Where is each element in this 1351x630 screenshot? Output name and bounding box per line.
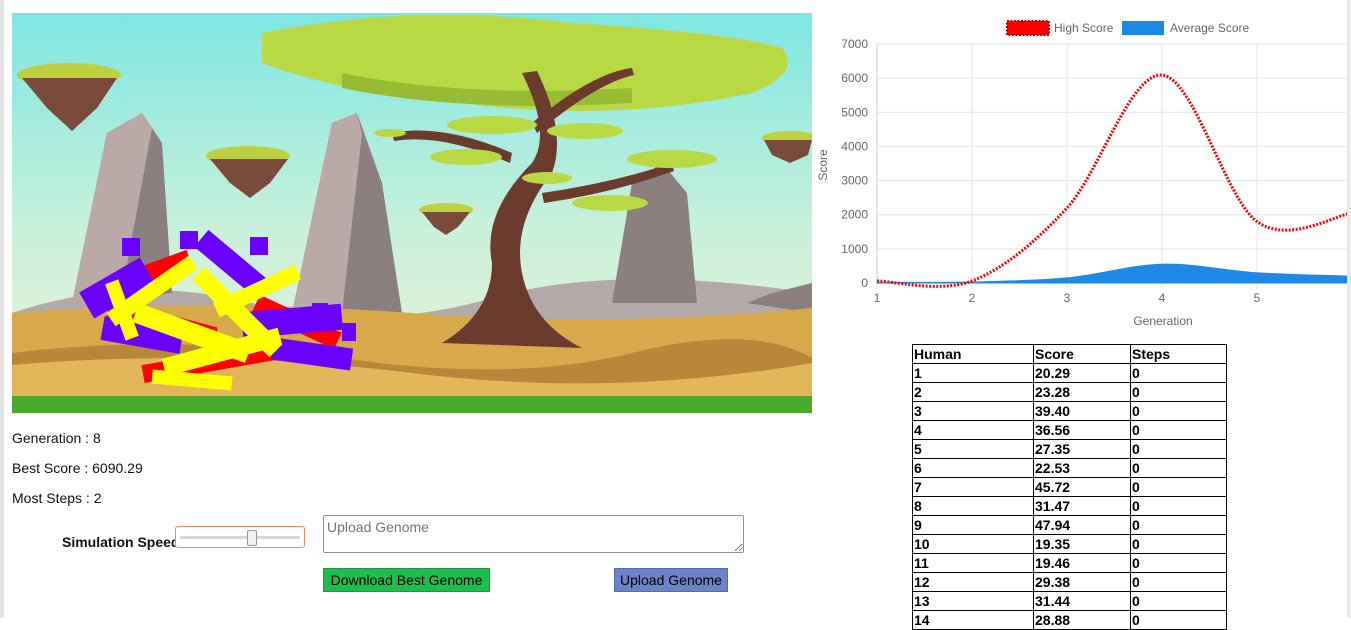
row-score: 29.38 [1033,572,1131,592]
x-tick-label: 2 [969,291,976,305]
row-score: 19.46 [1033,553,1131,573]
row-human: 4 [912,420,1034,440]
row-score: 45.72 [1033,477,1131,497]
legend-average-score-swatch [1122,21,1164,35]
upload-genome-button[interactable]: Upload Genome [614,568,728,592]
average-score-area [876,263,1347,284]
human-score-table: Human Score Steps 1 20.29 0 2 23.28 0 3 39.40 0 4… [912,344,1227,630]
row-human: 7 [912,477,1034,497]
row-steps: 0 [1130,515,1227,535]
row-steps: 0 [1130,496,1227,516]
y-axis-title: Score [816,149,830,181]
simulation-canvas [12,13,812,413]
row-score: 20.29 [1033,363,1131,383]
x-tick-label: 1 [874,291,881,305]
x-axis-title: Generation [1133,314,1192,328]
most-steps-text: Most Steps : 2 [12,490,102,506]
row-human: 14 [912,610,1034,630]
table-row: 1 20.29 0 [912,363,1227,383]
row-steps: 0 [1130,458,1227,478]
row-human: 13 [912,591,1034,611]
row-human: 2 [912,382,1034,402]
row-steps: 0 [1130,591,1227,611]
slider-track [180,536,300,539]
row-score: 19.35 [1033,534,1131,554]
legend-high-score-label: High Score [1054,21,1114,35]
row-steps: 0 [1130,439,1227,459]
header-score: Score [1033,344,1131,364]
table-row: 4 36.56 0 [912,420,1227,440]
x-tick-label: 4 [1159,291,1166,305]
row-steps: 0 [1130,610,1227,630]
row-steps: 0 [1130,420,1227,440]
table-row: 7 45.72 0 [912,477,1227,497]
table-row: 5 27.35 0 [912,439,1227,459]
row-steps: 0 [1130,534,1227,554]
row-steps: 0 [1130,363,1227,383]
row-human: 9 [912,515,1034,535]
table-row: 8 31.47 0 [912,496,1227,516]
table-row: 3 39.40 0 [912,401,1227,421]
row-score: 23.28 [1033,382,1131,402]
row-score: 28.88 [1033,610,1131,630]
row-human: 8 [912,496,1034,516]
row-steps: 0 [1130,477,1227,497]
row-steps: 0 [1130,572,1227,592]
row-human: 6 [912,458,1034,478]
table-row: 12 29.38 0 [912,572,1227,592]
legend-high-score-swatch [1006,20,1050,36]
table-row: 11 19.46 0 [912,553,1227,573]
y-tick-label: 0 [861,276,868,290]
header-human: Human [912,344,1034,364]
legend-average-score-label: Average Score [1170,21,1249,35]
window-right-edge [1347,0,1351,618]
row-score: 31.44 [1033,591,1131,611]
table-row: 9 47.94 0 [912,515,1227,535]
y-tick-label: 1000 [841,242,868,256]
table-row: 13 31.44 0 [912,591,1227,611]
y-tick-label: 7000 [841,37,868,51]
y-tick-label: 6000 [841,71,868,85]
download-best-genome-button[interactable]: Download Best Genome [323,568,490,592]
table-row: 14 28.88 0 [912,610,1227,630]
row-score: 39.40 [1033,401,1131,421]
simulation-speed-slider[interactable] [175,526,305,548]
row-human: 12 [912,572,1034,592]
row-score: 36.56 [1033,420,1131,440]
table-row: 2 23.28 0 [912,382,1227,402]
generation-text: Generation : 8 [12,430,101,446]
row-human: 11 [912,553,1034,573]
window-left-edge [0,0,4,618]
table-row: 10 19.35 0 [912,534,1227,554]
row-score: 27.35 [1033,439,1131,459]
row-steps: 0 [1130,382,1227,402]
y-tick-label: 2000 [841,208,868,222]
row-human: 10 [912,534,1034,554]
score-chart: 0 1000 2000 3000 4000 5000 6000 7000 1 2 3 4 5 High S… [816,20,1347,328]
upload-genome-textarea[interactable] [323,515,744,553]
row-score: 22.53 [1033,458,1131,478]
row-human: 5 [912,439,1034,459]
row-steps: 0 [1130,401,1227,421]
best-score-text: Best Score : 6090.29 [12,460,143,476]
simulation-speed-label: Simulation Speed [62,534,180,550]
y-tick-label: 3000 [841,174,868,188]
row-steps: 0 [1130,553,1227,573]
row-score: 31.47 [1033,496,1131,516]
table-header-row: Human Score Steps [912,344,1227,364]
row-human: 1 [912,363,1034,383]
table-row: 6 22.53 0 [912,458,1227,478]
x-tick-label: 5 [1254,291,1261,305]
row-score: 47.94 [1033,515,1131,535]
y-tick-label: 5000 [841,105,868,119]
header-steps: Steps [1130,344,1227,364]
y-tick-label: 4000 [841,139,868,153]
x-tick-label: 3 [1064,291,1071,305]
row-human: 3 [912,401,1034,421]
slider-thumb[interactable] [247,530,258,546]
